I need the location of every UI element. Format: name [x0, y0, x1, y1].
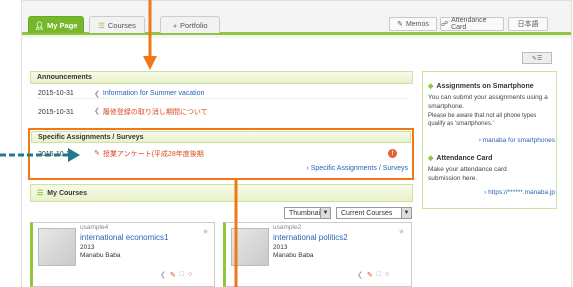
- annotation-overlay: [0, 0, 238, 287]
- annotation-arrowhead: [143, 56, 157, 70]
- annotation-arrowhead: [68, 148, 80, 162]
